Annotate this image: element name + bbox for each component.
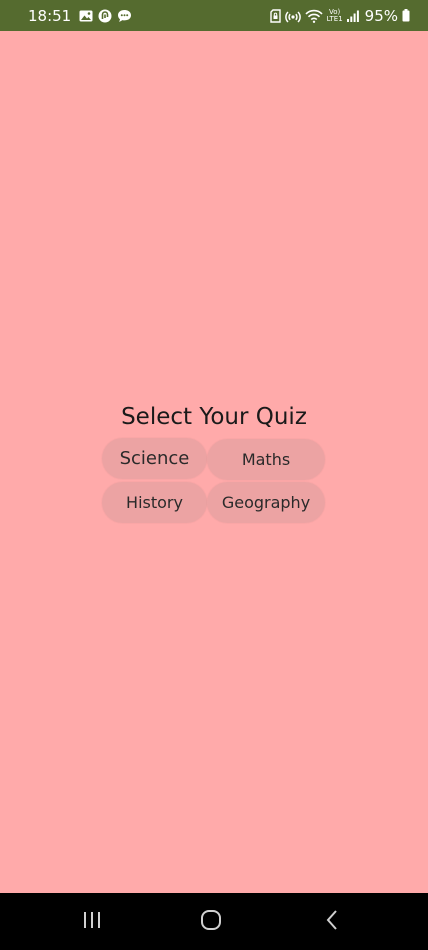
- hotspot-icon: [284, 9, 301, 23]
- maths-quiz-button[interactable]: Maths: [207, 439, 325, 480]
- wifi-icon: [304, 9, 323, 23]
- back-icon: [324, 909, 340, 936]
- app-notification-icon: [98, 9, 112, 23]
- sim-lock-icon: [269, 8, 281, 23]
- status-notification-icons: [79, 9, 132, 23]
- recents-button[interactable]: [74, 905, 110, 939]
- signal-icon: [346, 10, 359, 22]
- recents-icon: [81, 910, 103, 935]
- home-button[interactable]: [193, 905, 229, 939]
- page-title: Select Your Quiz: [121, 404, 307, 430]
- history-quiz-button[interactable]: History: [102, 482, 207, 523]
- back-button[interactable]: [314, 905, 350, 939]
- volte-label-bottom: LTE1: [326, 14, 343, 23]
- battery-icon: [402, 9, 410, 22]
- status-bar: 18:51 Vo) LTE1 95%: [0, 0, 428, 31]
- status-system-icons: Vo) LTE1 95%: [269, 6, 410, 25]
- battery-percent: 95%: [364, 6, 398, 25]
- navigation-bar: [0, 893, 428, 950]
- geography-quiz-button[interactable]: Geography: [207, 482, 325, 523]
- volte-icon: Vo) LTE1: [326, 8, 343, 23]
- chat-bubble-icon: [117, 9, 132, 23]
- home-icon: [200, 909, 222, 936]
- science-quiz-button[interactable]: Science: [102, 438, 207, 479]
- gallery-icon: [79, 10, 93, 22]
- status-time: 18:51: [28, 6, 72, 25]
